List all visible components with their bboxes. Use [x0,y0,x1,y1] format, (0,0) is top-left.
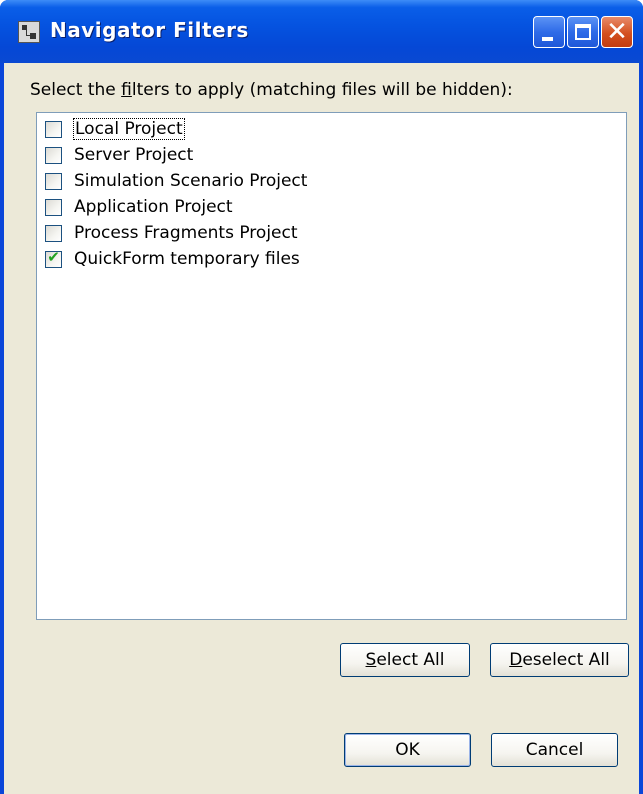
checkmark-icon [46,197,61,212]
cancel-button[interactable]: Cancel [491,733,618,767]
select-all-label: elect All [376,650,445,670]
select-all-accelerator: S [365,650,377,670]
filter-label: QuickForm temporary files [74,249,300,269]
checkmark-icon [46,119,61,134]
window-title: Navigator Filters [50,18,249,42]
select-all-button[interactable]: Select All [340,643,470,677]
title-bar[interactable]: Navigator Filters ✕ [0,0,643,63]
filter-label: Local Project [73,118,185,140]
checkbox[interactable] [45,121,62,138]
checkmark-icon [46,171,61,186]
close-button[interactable]: ✕ [601,16,633,48]
ok-button[interactable]: OK [344,733,471,767]
deselect-all-button[interactable]: Deselect All [490,643,629,677]
prompt-accelerator: f [121,80,132,100]
prompt-pre: Select the [30,80,122,100]
maximize-icon [575,24,591,40]
filter-label: Simulation Scenario Project [74,171,308,191]
checkbox[interactable] [45,173,62,190]
checkbox[interactable] [45,147,62,164]
minimize-icon [542,37,553,41]
checkmark-icon: ✔ [47,248,60,266]
close-icon: ✕ [606,17,628,47]
maximize-button[interactable] [567,16,599,48]
checkbox[interactable] [45,199,62,216]
prompt-post: ilters to apply (matching files will be … [131,80,513,100]
checkmark-icon [46,223,61,238]
minimize-button[interactable] [533,16,565,48]
checkbox[interactable] [45,225,62,242]
navigator-filters-window: Navigator Filters ✕ Select the filters t… [0,0,643,794]
filters-list[interactable]: Local Project Server Project Simulation … [36,112,627,620]
filter-label: Server Project [74,145,194,165]
filter-label: Application Project [74,197,233,217]
filters-prompt: Select the filters to apply (matching fi… [30,80,513,100]
filter-dialog-icon [18,21,40,43]
checkbox[interactable]: ✔ [45,248,62,268]
checkmark-icon [46,145,61,160]
filter-label: Process Fragments Project [74,223,298,243]
deselect-all-accelerator: D [509,650,523,670]
deselect-all-label: eselect All [522,650,610,670]
